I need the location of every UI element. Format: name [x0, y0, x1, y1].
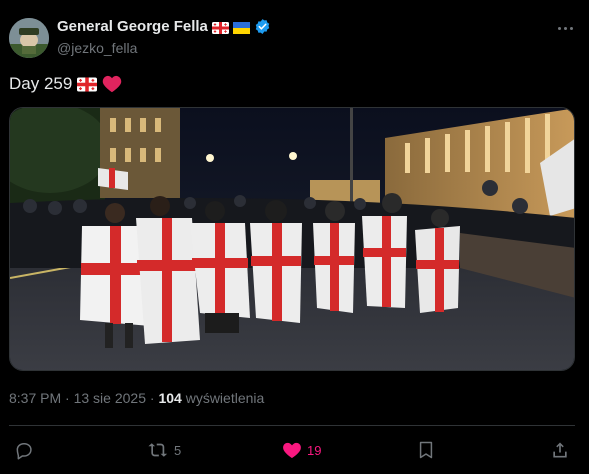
- more-options-icon[interactable]: [556, 20, 574, 36]
- tweet-time[interactable]: 8:37 PM: [9, 390, 61, 406]
- avatar[interactable]: [9, 18, 49, 58]
- views-count: 104: [158, 390, 182, 406]
- action-bar: 5 19: [0, 440, 589, 462]
- ukraine-flag-icon: [232, 21, 250, 34]
- heart-filled-icon: [282, 440, 302, 460]
- divider: [9, 425, 575, 426]
- like-count: 19: [307, 442, 322, 458]
- tweet-date[interactable]: 13 sie 2025: [74, 390, 146, 406]
- retweet-icon: [147, 440, 169, 460]
- retweet-count: 5: [174, 442, 182, 458]
- protest-photo: [10, 108, 574, 370]
- views-label: wyświetlenia: [185, 390, 265, 406]
- like-button[interactable]: 19: [282, 440, 321, 460]
- georgia-flag-emoji-icon: [77, 76, 98, 92]
- tweet-text: Day 259: [9, 74, 122, 94]
- bookmark-button[interactable]: [416, 440, 436, 460]
- tweet-photo[interactable]: [9, 107, 575, 371]
- user-handle[interactable]: @jezko_fella: [57, 40, 137, 56]
- reply-icon: [14, 440, 34, 460]
- tweet-meta: 8:37 PM · 13 sie 2025 · 104 wyświetlenia: [9, 390, 264, 406]
- retweet-button[interactable]: 5: [147, 440, 181, 460]
- tweet-text-content: Day 259: [9, 74, 73, 93]
- georgia-flag-icon: [211, 21, 229, 34]
- bookmark-icon: [416, 440, 436, 460]
- verified-badge-icon: [254, 18, 271, 35]
- share-icon: [550, 440, 570, 460]
- meta-separator: ·: [65, 390, 70, 406]
- red-heart-emoji-icon: [102, 75, 122, 93]
- reply-button[interactable]: [14, 440, 39, 460]
- share-button[interactable]: [550, 440, 570, 460]
- display-name[interactable]: General George Fella: [57, 18, 208, 35]
- meta-separator-2: ·: [149, 390, 155, 406]
